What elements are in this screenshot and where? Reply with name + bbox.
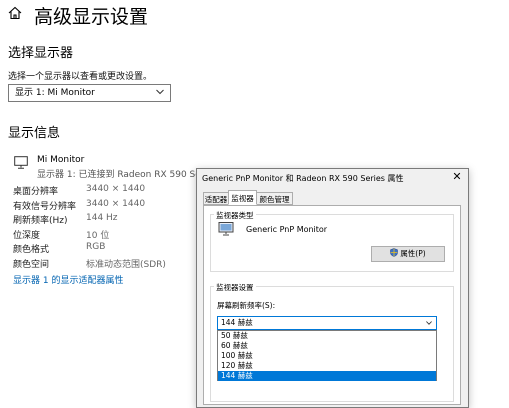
- monitor-type-group: [210, 214, 454, 272]
- info-value: 3440 × 1440: [86, 199, 146, 209]
- info-label: 刷新频率(Hz): [13, 216, 68, 226]
- monitor-type-name: Generic PnP Monitor: [246, 225, 328, 234]
- refresh-rate-option[interactable]: 120 赫兹: [218, 361, 436, 371]
- info-value: RGB: [86, 242, 106, 252]
- refresh-rate-label: 屏幕刷新频率(S):: [217, 301, 276, 310]
- refresh-rate-select[interactable]: 144 赫兹: [217, 316, 437, 330]
- adapter-properties-link[interactable]: 显示器 1 的显示适配器属性: [13, 273, 123, 286]
- monitor-settings-label: 监视器设置: [214, 282, 256, 293]
- refresh-rate-option[interactable]: 100 赫兹: [218, 351, 436, 361]
- tab-panel: 监视器类型 Generic PnP Monitor 属性(P) 监视器设置 屏幕…: [203, 205, 461, 405]
- tab-monitor[interactable]: 监视器: [228, 190, 257, 205]
- page-title: 高级显示设置: [34, 6, 149, 28]
- info-value: 标准动态范围(SDR): [86, 260, 166, 270]
- display-select-value: 显示 1: Mi Monitor: [15, 88, 95, 98]
- properties-button[interactable]: 属性(P): [371, 246, 445, 262]
- info-label: 颜色格式: [13, 245, 50, 255]
- info-label: 有效信号分辨率: [13, 202, 77, 212]
- monitor-type-label: 监视器类型: [214, 210, 256, 221]
- refresh-rate-list: 50 赫兹 60 赫兹 100 赫兹 120 赫兹 144 赫兹: [217, 330, 437, 381]
- home-icon[interactable]: [8, 6, 22, 20]
- dialog-title: Generic PnP Monitor 和 Radeon RX 590 Seri…: [202, 174, 404, 183]
- info-value: 10 位: [86, 231, 110, 241]
- monitor-connection: 显示器 1: 已连接到 Radeon RX 590 Series: [37, 170, 218, 180]
- info-value: 3440 × 1440: [86, 184, 146, 194]
- tab-color-management[interactable]: 颜色管理: [256, 192, 293, 205]
- monitor-name: Mi Monitor: [37, 155, 85, 165]
- refresh-rate-option[interactable]: 60 赫兹: [218, 341, 436, 351]
- properties-button-label: 属性(P): [400, 249, 426, 258]
- tab-adapter[interactable]: 适配器: [203, 192, 229, 205]
- info-value: 144 Hz: [86, 213, 118, 223]
- chevron-down-icon: [426, 321, 432, 325]
- refresh-rate-value: 144 赫兹: [221, 318, 253, 327]
- display-select[interactable]: 显示 1: Mi Monitor: [8, 84, 171, 102]
- info-label: 位深度: [13, 231, 41, 241]
- info-label: 桌面分辨率: [13, 187, 59, 197]
- monitor-icon: [14, 156, 28, 169]
- close-icon[interactable]: ✕: [450, 170, 464, 184]
- refresh-rate-option[interactable]: 50 赫兹: [218, 331, 436, 341]
- refresh-rate-option[interactable]: 144 赫兹: [218, 371, 436, 381]
- properties-dialog: Generic PnP Monitor 和 Radeon RX 590 Seri…: [196, 168, 469, 408]
- choose-display-heading: 选择显示器: [8, 46, 74, 61]
- info-label: 颜色空间: [13, 260, 50, 270]
- choose-display-description: 选择一个显示器以查看或更改设置。: [8, 72, 153, 82]
- shield-icon: [390, 248, 399, 257]
- display-info-heading: 显示信息: [8, 126, 61, 141]
- chevron-down-icon: [156, 89, 164, 95]
- monitor-icon: [218, 222, 234, 236]
